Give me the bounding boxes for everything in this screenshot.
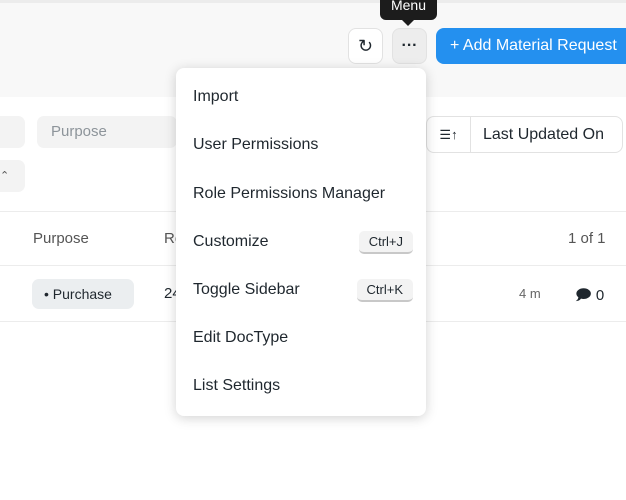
menu-item-list-settings[interactable]: List Settings <box>193 371 413 401</box>
menu-item-edit-doctype[interactable]: Edit DocType <box>193 323 413 353</box>
shortcut-badge: Ctrl+K <box>356 278 413 302</box>
menu-item-label: User Permissions <box>193 136 319 153</box>
comment-count-value: 0 <box>595 287 605 304</box>
menu-item-import[interactable]: Import <box>193 82 413 112</box>
chevron-updown-icon: ⌃ <box>0 170 10 182</box>
comment-count[interactable]: 🗩 0 <box>575 285 604 310</box>
filter-input[interactable] <box>0 116 25 148</box>
menu-item-label: List Settings <box>193 377 281 394</box>
menu-item-user-permissions[interactable]: User Permissions <box>193 130 413 160</box>
menu-item-label: Edit DocType <box>193 329 289 346</box>
select-dropdown[interactable]: ⌃ <box>0 160 25 192</box>
sort-direction-button[interactable]: ☰↑ <box>427 117 471 152</box>
add-material-request-button[interactable]: + Add Material Request <box>436 28 626 64</box>
menu-item-label: Toggle Sidebar <box>193 281 300 298</box>
pagination-count: 1 of 1 <box>568 230 606 247</box>
modified-time: 4 m <box>519 286 541 301</box>
menu-item-customize[interactable]: Customize Ctrl+J <box>193 227 413 257</box>
menu-item-label: Customize <box>193 233 269 250</box>
purpose-badge: • Purchase <box>32 279 134 309</box>
refresh-icon: ↻ <box>357 35 374 56</box>
dropdown-menu: Import User Permissions Role Permissions… <box>176 68 426 416</box>
menu-item-label: Import <box>193 88 239 105</box>
sort-control[interactable]: ☰↑ Last Updated On <box>426 116 623 153</box>
menu-tooltip: Menu <box>380 0 437 26</box>
column-header-purpose: Purpose <box>33 230 89 247</box>
sort-field-button[interactable]: Last Updated On <box>471 117 622 152</box>
purpose-value: Purchase <box>52 286 112 302</box>
refresh-button[interactable]: ↻ <box>348 28 383 64</box>
comment-icon: 🗩 <box>575 287 592 304</box>
shortcut-badge: Ctrl+J <box>358 230 413 254</box>
menu-item-role-permissions-manager[interactable]: Role Permissions Manager <box>193 179 413 209</box>
more-icon: ··· <box>401 37 418 54</box>
menu-item-label: Role Permissions Manager <box>193 185 386 202</box>
menu-item-toggle-sidebar[interactable]: Toggle Sidebar Ctrl+K <box>193 275 413 305</box>
purpose-filter-input[interactable]: Purpose <box>37 116 177 148</box>
sort-ascending-icon: ☰↑ <box>439 126 458 142</box>
menu-button[interactable]: ··· <box>392 28 427 64</box>
